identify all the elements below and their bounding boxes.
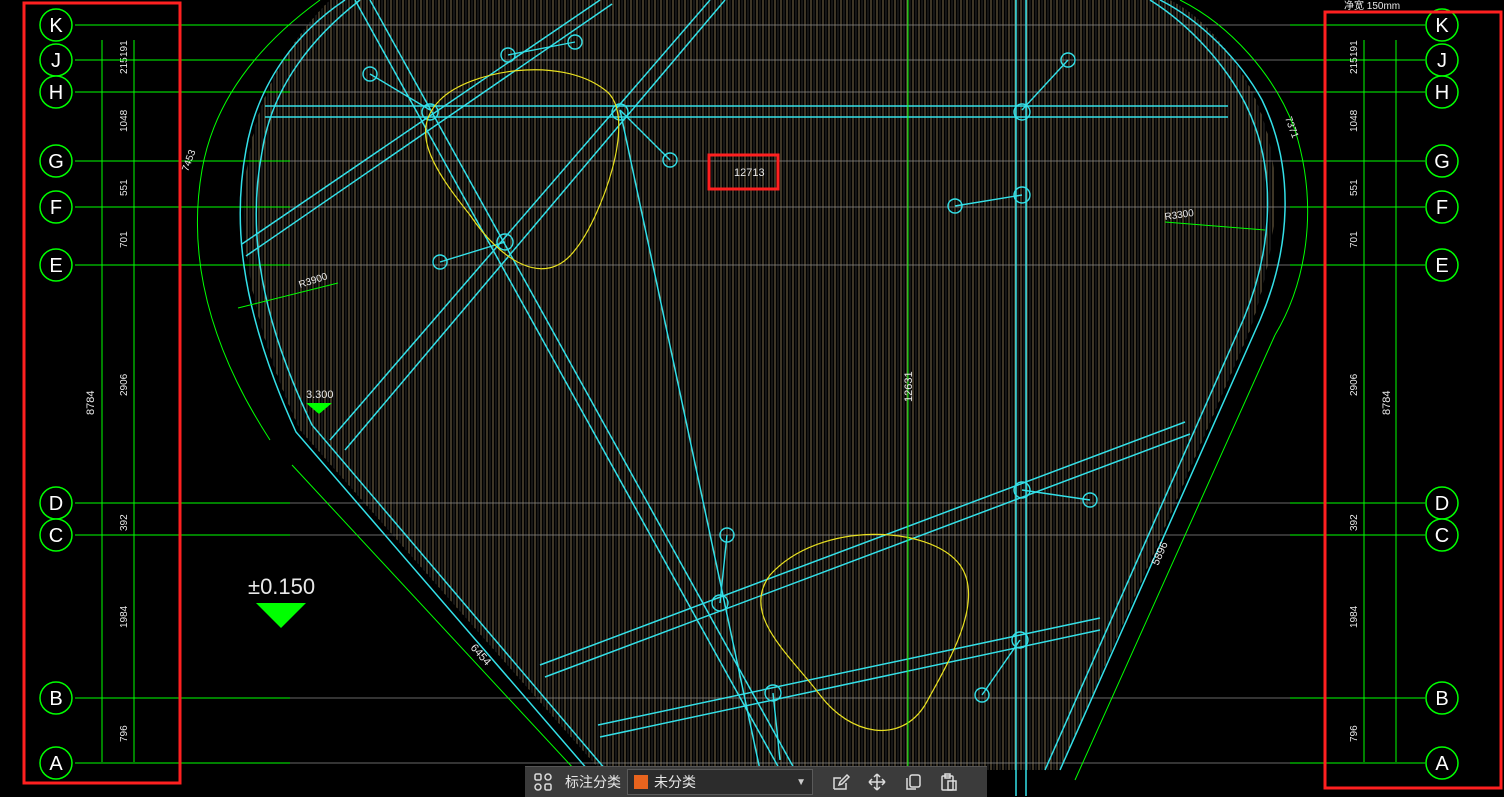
paste-icon[interactable]	[931, 767, 967, 797]
cad-drawing-canvas[interactable]: KJHGFEDCBA KJHGFEDCBA 191215104855170129…	[0, 0, 1504, 796]
slab-hatch-fill	[244, 0, 1275, 770]
segment-dim-6: 392	[119, 514, 130, 531]
left-dimension-chain	[101, 40, 135, 762]
axis-label-A: A	[1435, 753, 1449, 775]
segment-dim-7: 1984	[1349, 605, 1360, 628]
segment-dim-4: 701	[1349, 231, 1360, 248]
copy-icon[interactable]	[895, 767, 931, 797]
segment-dim-0: 191	[119, 40, 130, 57]
segment-dim-5: 2906	[119, 373, 130, 396]
main-elevation-text: ±0.150	[248, 574, 315, 599]
axis-label-D: D	[49, 493, 63, 515]
edit-icon[interactable]	[823, 767, 859, 797]
chevron-down-icon: ▼	[796, 776, 806, 788]
category-select[interactable]: 未分类 ▼	[627, 769, 813, 795]
left-arc-text: 7453	[180, 148, 198, 173]
segment-dim-8: 796	[119, 725, 130, 742]
axis-label-J: J	[51, 50, 61, 72]
segment-dim-3: 551	[119, 179, 130, 196]
segment-dim-2: 1048	[119, 109, 130, 132]
segment-dim-0: 191	[1349, 40, 1360, 57]
axis-label-G: G	[1434, 151, 1450, 173]
axis-label-B: B	[1435, 688, 1448, 710]
segment-dim-2: 1048	[1349, 109, 1360, 132]
axis-label-H: H	[1435, 82, 1449, 104]
axis-label-B: B	[49, 688, 62, 710]
left-total-dim: 8784	[85, 391, 97, 415]
segment-dim-8: 796	[1349, 725, 1360, 742]
main-elevation-triangle	[256, 603, 306, 628]
axis-label-F: F	[50, 197, 62, 219]
axis-label-E: E	[1435, 255, 1448, 277]
center-dim-text: 12631	[903, 371, 915, 402]
left-edge-length-text: 6454	[468, 642, 493, 668]
axis-label-C: C	[1435, 525, 1449, 547]
category-color-swatch	[634, 775, 648, 789]
top-clipped-note: 净宽 150mm	[1344, 0, 1400, 12]
segment-dim-6: 392	[1349, 514, 1360, 531]
right-arc-text: 7371	[1282, 115, 1300, 140]
grid-layout-icon[interactable]	[525, 767, 561, 797]
segment-dim-1: 215	[119, 57, 130, 74]
segment-dim-7: 1984	[119, 605, 130, 628]
axis-label-C: C	[49, 525, 63, 547]
category-label: 标注分类	[565, 774, 621, 790]
axis-label-E: E	[49, 255, 62, 277]
highlighted-dim-text[interactable]: 12713	[734, 167, 765, 179]
axis-label-K: K	[1435, 15, 1449, 37]
right-total-dim: 8784	[1381, 391, 1393, 415]
axis-label-A: A	[49, 753, 63, 775]
segment-dim-4: 701	[119, 231, 130, 248]
axis-label-G: G	[48, 151, 64, 173]
move-icon[interactable]	[859, 767, 895, 797]
axis-label-H: H	[49, 82, 63, 104]
category-value: 未分类	[654, 774, 696, 790]
segment-dim-5: 2906	[1349, 373, 1360, 396]
segment-dim-3: 551	[1349, 179, 1360, 196]
right-axis-bubbles: KJH G F E DC B A	[1425, 8, 1459, 780]
axis-label-K: K	[49, 15, 63, 37]
axis-label-F: F	[1436, 197, 1448, 219]
right-segment-dims: 191215 1048 551 701 2906 392 1984 796	[1349, 40, 1360, 742]
axis-label-D: D	[1435, 493, 1449, 515]
annotation-toolbar: 标注分类 未分类 ▼	[525, 766, 987, 797]
axis-label-J: J	[1437, 50, 1447, 72]
small-elevation-text: 3.300	[306, 389, 334, 401]
segment-dim-1: 215	[1349, 57, 1360, 74]
left-axis-bubbles: KJH G F E DC B A	[39, 8, 73, 780]
left-segment-dims: 191215 1048 551 701 2906 392 1984 796	[119, 40, 130, 742]
